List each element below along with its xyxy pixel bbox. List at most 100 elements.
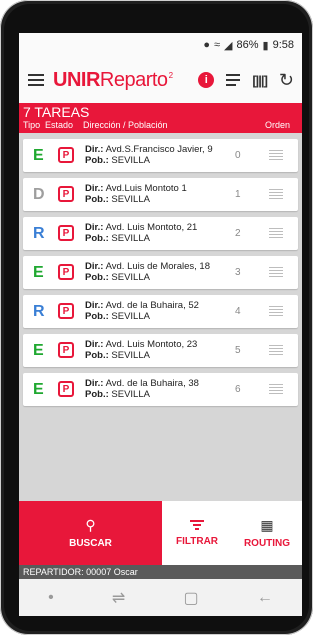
task-orden: 2 <box>235 228 241 239</box>
task-estado-badge: P <box>58 342 74 358</box>
drag-handle-icon[interactable] <box>269 189 283 199</box>
dir-label: Dir.: <box>85 339 104 350</box>
task-poblacion: SEVILLA <box>111 311 150 322</box>
back-icon[interactable]: ← <box>257 589 273 607</box>
menu-button[interactable] <box>19 57 53 103</box>
task-row[interactable]: E P Dir.: Avd. Luis de Morales, 18 Pob.: SE… <box>23 256 298 289</box>
barcode-icon[interactable]: [|||] <box>252 73 268 88</box>
pob-label: Pob.: <box>85 350 109 361</box>
task-estado-badge: P <box>58 225 74 241</box>
location-icon: ● <box>203 39 210 51</box>
dir-label: Dir.: <box>85 378 104 389</box>
tasks-header: 7 TAREAS Tipo Estado Dirección / Poblaci… <box>19 103 302 133</box>
pob-label: Pob.: <box>85 233 109 244</box>
app-bar: UNIR Reparto 2 i [|||] ↻ <box>19 57 302 103</box>
pob-label: Pob.: <box>85 155 109 166</box>
task-tipo: E <box>33 264 44 281</box>
task-direccion: Avd. de la Buhaira, 52 <box>105 300 199 311</box>
logo-bold: UNIR <box>53 68 100 91</box>
drag-handle-icon[interactable] <box>269 267 283 277</box>
task-orden: 4 <box>235 306 241 317</box>
filter-icon <box>190 519 204 530</box>
dir-label: Dir.: <box>85 144 104 155</box>
column-estado: Estado <box>45 120 74 130</box>
routing-label: ROUTING <box>243 538 291 549</box>
task-poblacion: SEVILLA <box>111 233 150 244</box>
drag-handle-icon[interactable] <box>269 150 283 160</box>
home-icon[interactable]: ▢ <box>184 588 199 608</box>
logo-regular: eparto <box>113 68 168 91</box>
filtrar-label: FILTRAR <box>175 535 219 547</box>
task-orden: 5 <box>235 345 241 356</box>
filtrar-button[interactable]: FILTRAR <box>162 501 232 565</box>
task-poblacion: SEVILLA <box>111 350 150 361</box>
task-address: Dir.: Avd. de la Buhaira, 38 Pob.: SEVILL… <box>85 378 199 400</box>
search-icon: ⚲ <box>85 517 96 533</box>
task-estado-badge: P <box>58 381 74 397</box>
task-row[interactable]: R P Dir.: Avd. de la Buhaira, 52 Pob.: SEVI… <box>23 295 298 328</box>
repartidor-bar: REPARTIDOR: 00007 Oscar <box>19 565 302 579</box>
task-address: Dir.: Avd.Luis Montoto 1 Pob.: SEVILLA <box>85 183 187 205</box>
dir-label: Dir.: <box>85 222 104 233</box>
task-direccion: Avd.S.Francisco Javier, 9 <box>105 144 213 155</box>
wifi-icon: ≈ <box>213 39 221 51</box>
routing-button[interactable]: ▦ ROUTING <box>232 501 302 565</box>
signal-icon: ◢ <box>224 39 233 52</box>
task-direccion: Avd. Luis Montoto, 23 <box>105 339 198 350</box>
task-direccion: Avd. Luis de Morales, 18 <box>105 261 210 272</box>
task-row[interactable]: E P Dir.: Avd. Luis Montoto, 23 Pob.: SEVIL… <box>23 334 298 367</box>
task-address: Dir.: Avd.S.Francisco Javier, 9 Pob.: SEV… <box>85 144 213 166</box>
battery-icon: ▮ <box>262 39 269 52</box>
task-estado-badge: P <box>58 303 74 319</box>
task-direccion: Avd. Luis Montoto, 21 <box>105 222 198 233</box>
dir-label: Dir.: <box>85 183 104 194</box>
drag-handle-icon[interactable] <box>269 306 283 316</box>
drag-handle-icon[interactable] <box>269 384 283 394</box>
column-orden: Orden <box>265 120 291 130</box>
task-orden: 0 <box>235 150 241 161</box>
app-bar-actions: i [|||] ↻ <box>198 70 302 91</box>
list-icon[interactable] <box>226 74 241 86</box>
column-tipo: Tipo <box>23 120 41 130</box>
task-address: Dir.: Avd. Luis Montoto, 23 Pob.: SEVILLA <box>85 339 197 361</box>
task-row[interactable]: E P Dir.: Avd.S.Francisco Javier, 9 Pob.: S… <box>23 139 298 172</box>
task-estado-badge: P <box>58 147 74 163</box>
pob-label: Pob.: <box>85 272 109 283</box>
task-tipo: E <box>33 147 44 164</box>
recents-icon[interactable]: ⇌ <box>112 588 125 608</box>
task-row[interactable]: D P Dir.: Avd.Luis Montoto 1 Pob.: SEVILLA 1 <box>23 178 298 211</box>
clock: 9:58 <box>272 39 294 51</box>
pob-label: Pob.: <box>85 194 109 205</box>
drag-handle-icon[interactable] <box>269 345 283 355</box>
task-address: Dir.: Avd. Luis Montoto, 21 Pob.: SEVILLA <box>85 222 197 244</box>
app-screen: ● ≈ ◢ 86% ▮ 9:58 UNIR Reparto 2 i [|||] ↻ … <box>19 33 302 616</box>
logo-superscript: 2 <box>168 70 173 80</box>
drag-handle-icon[interactable] <box>269 228 283 238</box>
task-tipo: R <box>33 225 45 242</box>
info-icon[interactable]: i <box>198 72 215 88</box>
phone-frame: ● ≈ ◢ 86% ▮ 9:58 UNIR Reparto 2 i [|||] ↻ … <box>0 0 313 635</box>
task-row[interactable]: E P Dir.: Avd. de la Buhaira, 38 Pob.: SEVI… <box>23 373 298 406</box>
dir-label: Dir.: <box>85 300 104 311</box>
task-estado-badge: P <box>58 186 74 202</box>
app-logo: UNIR Reparto 2 <box>53 68 173 91</box>
task-direccion: Avd.Luis Montoto 1 <box>105 183 187 194</box>
status-bar: ● ≈ ◢ 86% ▮ 9:58 <box>19 33 302 57</box>
task-direccion: Avd. de la Buhaira, 38 <box>105 378 199 389</box>
bottom-nav: ⚲ BUSCAR FILTRAR ▦ ROUTING <box>19 501 302 565</box>
task-row[interactable]: R P Dir.: Avd. Luis Montoto, 21 Pob.: SEVIL… <box>23 217 298 250</box>
task-tipo: D <box>33 186 45 203</box>
task-orden: 1 <box>235 189 241 200</box>
buscar-button[interactable]: ⚲ BUSCAR <box>19 501 162 565</box>
nav-dot-icon[interactable]: • <box>48 589 54 607</box>
refresh-icon[interactable]: ↻ <box>279 70 294 91</box>
map-icon: ▦ <box>260 517 274 533</box>
task-orden: 6 <box>235 384 241 395</box>
task-tipo: E <box>33 342 44 359</box>
pob-label: Pob.: <box>85 389 109 400</box>
task-orden: 3 <box>235 267 241 278</box>
task-poblacion: SEVILLA <box>111 194 150 205</box>
task-poblacion: SEVILLA <box>111 389 150 400</box>
task-poblacion: SEVILLA <box>111 155 150 166</box>
task-address: Dir.: Avd. Luis de Morales, 18 Pob.: SEVI… <box>85 261 210 283</box>
